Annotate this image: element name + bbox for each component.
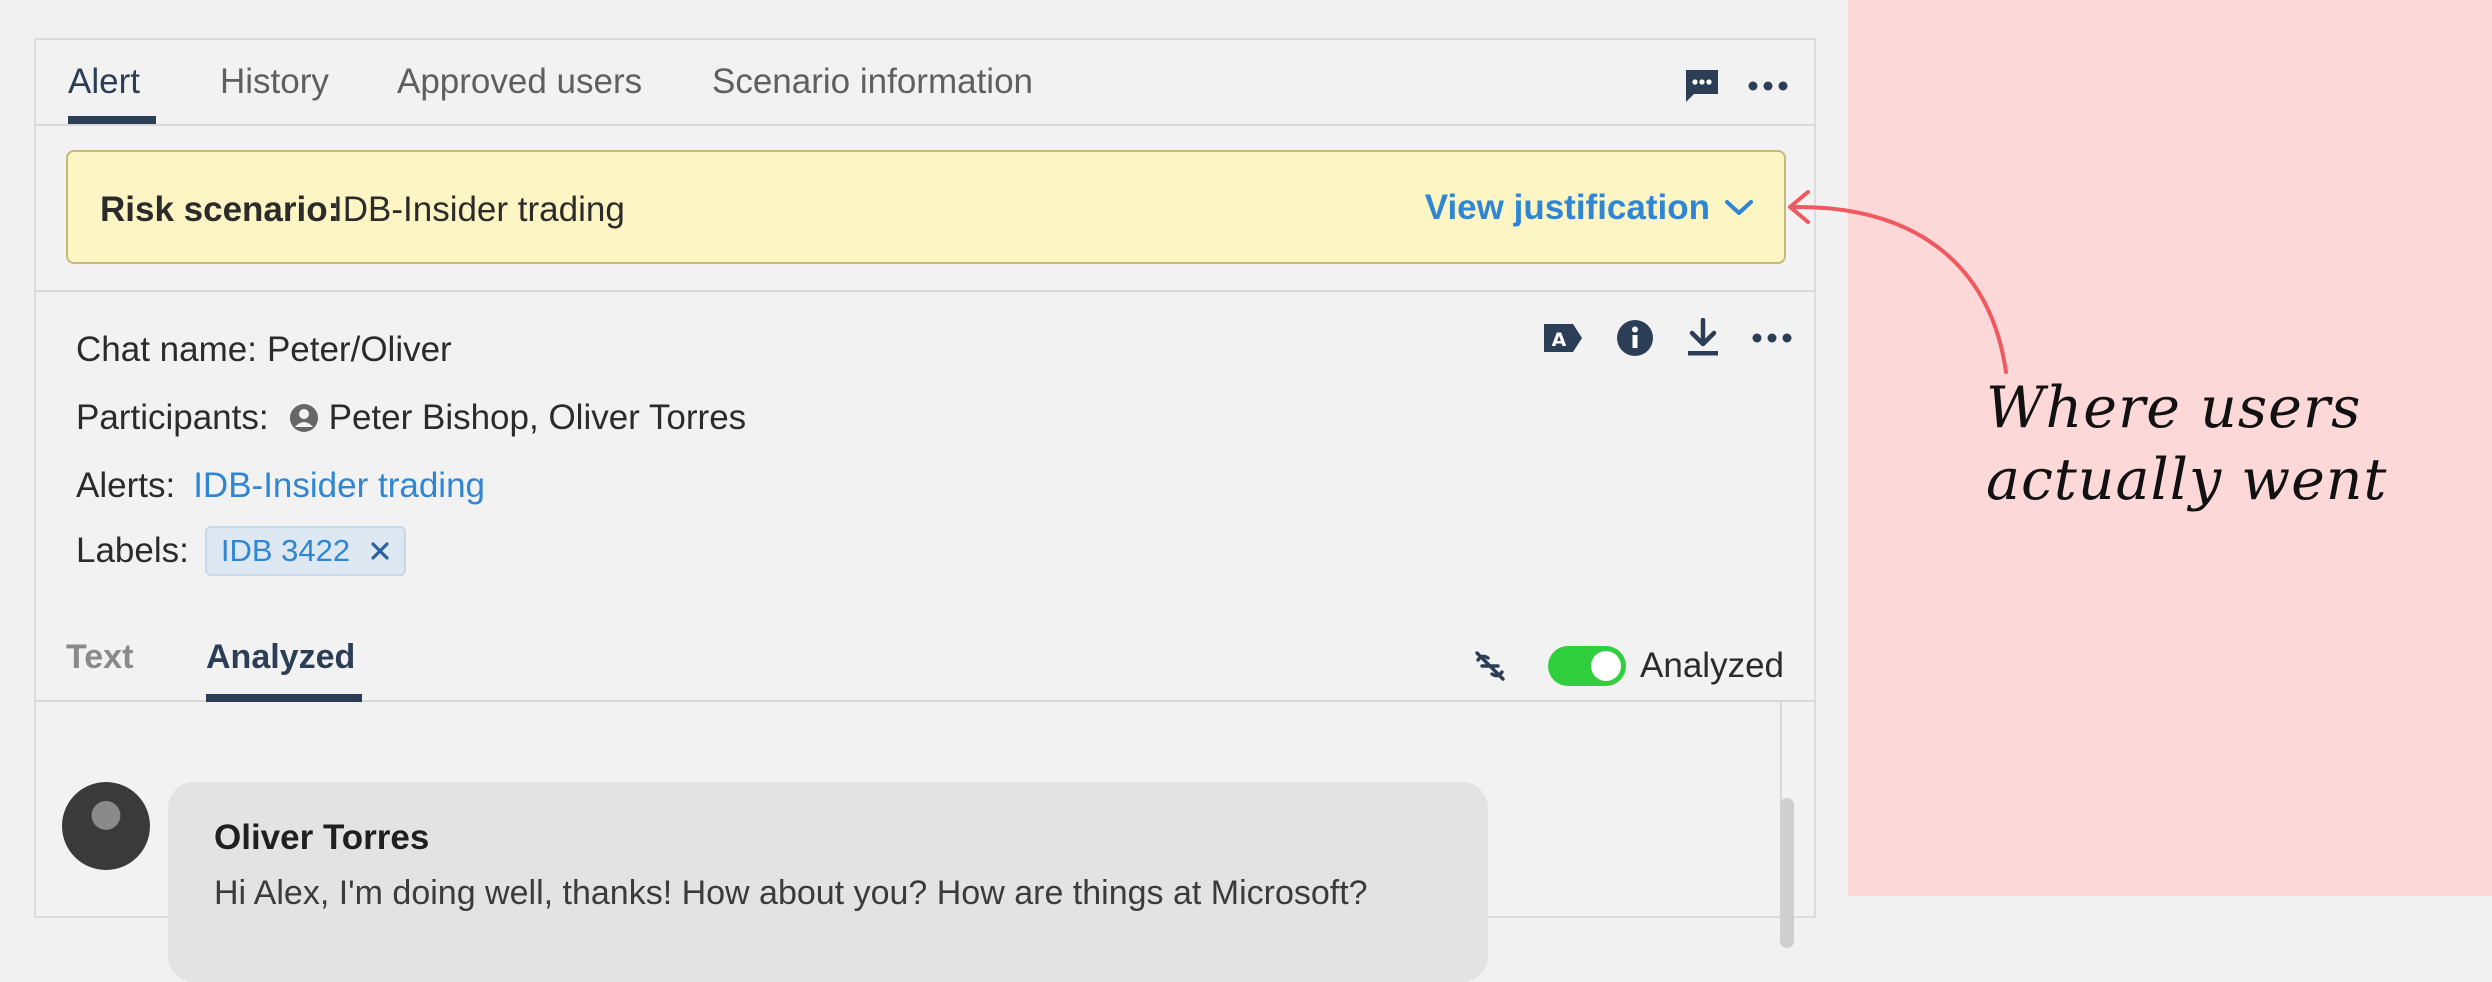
svg-text:A: A xyxy=(1552,329,1567,351)
alerts-row: Alerts: IDB-Insider trading xyxy=(76,466,485,506)
section-divider xyxy=(36,290,1814,292)
view-justification-label: View justification xyxy=(1424,188,1710,227)
tab-actions xyxy=(1682,66,1788,106)
chat-name-row: Chat name: Peter/Oliver xyxy=(76,330,452,370)
tab-approved-users[interactable]: Approved users xyxy=(397,62,642,102)
user-icon xyxy=(289,403,319,433)
active-tab-indicator xyxy=(68,116,156,124)
message-text: Hi Alex, I'm doing well, thanks! How abo… xyxy=(214,874,1368,912)
labels-label: Labels: xyxy=(76,531,189,570)
more-icon[interactable] xyxy=(1748,80,1788,92)
tab-analyzed[interactable]: Analyzed xyxy=(206,638,355,677)
more-icon[interactable] xyxy=(1752,332,1792,344)
tab-text[interactable]: Text xyxy=(66,638,133,677)
download-icon[interactable] xyxy=(1686,318,1720,358)
unlink-icon[interactable] xyxy=(1472,648,1508,684)
risk-scenario-label: Risk scenario: xyxy=(100,190,340,229)
risk-scenario-banner: Risk scenario: IDB-Insider trading View … xyxy=(66,150,1786,264)
active-subtab-indicator xyxy=(206,694,362,702)
translate-icon[interactable]: A xyxy=(1542,321,1584,355)
alert-link[interactable]: IDB-Insider trading xyxy=(193,466,485,506)
view-justification-button[interactable]: View justification xyxy=(1425,188,1754,228)
participants-row: Participants: Peter Bishop, Oliver Torre… xyxy=(76,398,746,438)
annotation-line-1: Where users xyxy=(1986,375,2362,441)
tab-alert[interactable]: Alert xyxy=(68,62,140,102)
labels-row: Labels: IDB 3422 xyxy=(76,526,407,576)
info-icon[interactable] xyxy=(1616,319,1654,357)
avatar xyxy=(62,782,150,870)
annotation-line-2: actually went xyxy=(1986,447,2388,513)
chat-name-label: Chat name: xyxy=(76,330,257,369)
view-tab-bar: Text Analyzed Analyzed xyxy=(36,638,1814,702)
analyzed-toggle-group: Analyzed xyxy=(1472,646,1784,686)
chevron-down-icon xyxy=(1724,198,1754,218)
alert-card: Alert History Approved users Scenario in… xyxy=(34,38,1816,982)
close-icon[interactable] xyxy=(370,541,390,561)
message-bubble: Oliver Torres Hi Alex, I'm doing well, t… xyxy=(168,782,1488,982)
annotation-note: Where users actually went xyxy=(1986,372,2446,516)
risk-scenario-value: IDB-Insider trading xyxy=(333,190,625,229)
chat-name-value: Peter/Oliver xyxy=(266,330,452,369)
toggle-knob xyxy=(1591,651,1622,681)
analyzed-toggle-label: Analyzed xyxy=(1640,646,1784,685)
tab-scenario-information[interactable]: Scenario information xyxy=(712,62,1033,102)
scrollbar-thumb[interactable] xyxy=(1780,798,1794,948)
message-sender: Oliver Torres xyxy=(214,818,430,857)
label-chip[interactable]: IDB 3422 xyxy=(204,526,407,576)
label-chip-text: IDB 3422 xyxy=(220,533,351,568)
detail-actions: A xyxy=(1542,318,1792,358)
participants-label: Participants: xyxy=(76,398,269,437)
alerts-label: Alerts: xyxy=(76,466,176,505)
analyzed-toggle[interactable] xyxy=(1548,646,1627,686)
tab-history[interactable]: History xyxy=(220,62,329,102)
tab-bar: Alert History Approved users Scenario in… xyxy=(36,40,1814,126)
message-icon[interactable] xyxy=(1682,66,1722,106)
participants-value: Peter Bishop, Oliver Torres xyxy=(328,398,747,437)
